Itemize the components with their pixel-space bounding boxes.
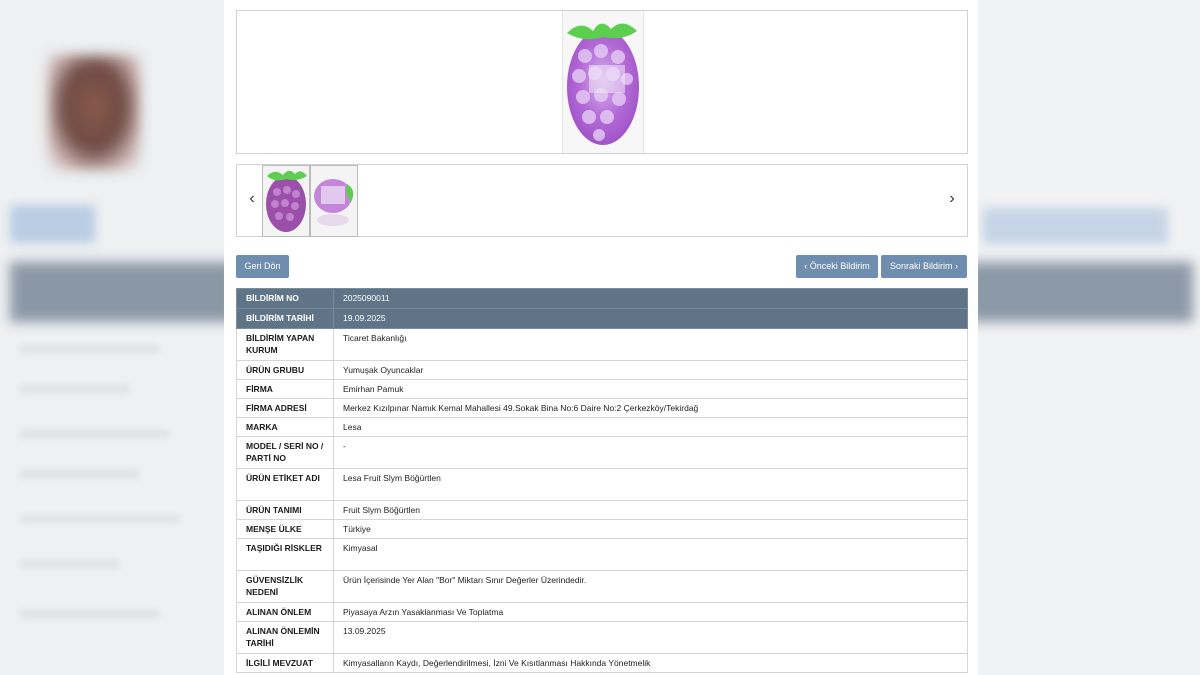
field-label: İLGİLİ MEVZUAT — [236, 653, 334, 673]
field-label: MODEL / SERİ NO / PARTİ NO — [236, 436, 334, 469]
background-line — [20, 345, 160, 353]
field-label: ÜRÜN TANIMI — [236, 500, 334, 520]
thumbnail-2[interactable] — [310, 165, 358, 237]
field-value: Lesa — [333, 417, 968, 437]
field-label: BİLDİRİM TARİHİ — [236, 308, 334, 329]
field-label: BİLDİRİM NO — [236, 288, 334, 309]
table-row: ÜRÜN TANIMI Fruit Slym Böğürtlen — [236, 500, 968, 520]
table-row: FİRMA ADRESİ Merkez Kızılpınar Namık Kem… — [236, 398, 968, 418]
background-photo-blur — [48, 55, 140, 170]
field-value: Ürün İçerisinde Yer Alan "Bor" Miktarı S… — [333, 570, 968, 603]
table-row: GÜVENSİZLİK NEDENİ Ürün İçerisinde Yer A… — [236, 570, 968, 603]
field-label: MENŞE ÜLKE — [236, 519, 334, 539]
field-value: Lesa Fruit Slym Böğürtlen — [333, 468, 968, 501]
table-row: ÜRÜN GRUBU Yumuşak Oyuncaklar — [236, 360, 968, 380]
product-thumbnail-icon — [263, 166, 309, 236]
next-notification-button[interactable]: Sonraki Bildirim › — [881, 255, 967, 278]
blackberry-slime-photo-icon — [563, 11, 643, 153]
product-photo — [562, 11, 644, 153]
background-line — [20, 385, 130, 393]
thumbnail-1[interactable] — [262, 165, 310, 237]
previous-notification-button[interactable]: ‹ Önceki Bildirim — [796, 255, 878, 278]
carousel-next-button[interactable]: › — [943, 187, 961, 211]
field-label: MARKA — [236, 417, 334, 437]
field-value: 19.09.2025 — [333, 308, 968, 329]
background-header-blur — [968, 262, 1193, 322]
notification-detail-page: ‹ › Geri Dön ‹ Önceki Bildirim Sonraki B… — [224, 0, 978, 675]
background-line — [20, 430, 170, 438]
table-row: BİLDİRİM TARİHİ 19.09.2025 — [236, 308, 968, 329]
field-value: Emirhan Pamuk — [333, 379, 968, 399]
background-left — [0, 0, 236, 675]
field-label: ÜRÜN ETİKET ADI — [236, 468, 334, 501]
background-line — [20, 560, 120, 568]
carousel-prev-button[interactable]: ‹ — [243, 187, 261, 211]
table-row: ALINAN ÖNLEMİN TARİHİ 13.09.2025 — [236, 621, 968, 654]
background-line — [20, 515, 180, 523]
thumbnail-carousel: ‹ › — [236, 164, 968, 237]
field-label: ALINAN ÖNLEM — [236, 602, 334, 622]
field-label: FİRMA — [236, 379, 334, 399]
field-value: Merkez Kızılpınar Namık Kemal Mahallesi … — [333, 398, 968, 418]
back-button[interactable]: Geri Dön — [236, 255, 289, 278]
field-label: TAŞIDIĞI RİSKLER — [236, 538, 334, 571]
field-value: Türkiye — [333, 519, 968, 539]
field-value: Fruit Slym Böğürtlen — [333, 500, 968, 520]
field-value: 13.09.2025 — [333, 621, 968, 654]
table-row: BİLDİRİM YAPAN KURUM Ticaret Bakanlığı — [236, 328, 968, 361]
background-line — [20, 470, 140, 478]
field-value: 2025090011 — [333, 288, 968, 309]
field-value: Kimyasalların Kaydı, Değerlendirilmesi, … — [333, 653, 968, 673]
field-label: BİLDİRİM YAPAN KURUM — [236, 328, 334, 361]
background-button-blur — [10, 205, 95, 243]
table-row: MENŞE ÜLKE Türkiye — [236, 519, 968, 539]
field-label: GÜVENSİZLİK NEDENİ — [236, 570, 334, 603]
field-value: Piyasaya Arzın Yasaklanması Ve Toplatma — [333, 602, 968, 622]
field-value: Ticaret Bakanlığı — [333, 328, 968, 361]
table-row: İLGİLİ MEVZUAT Kimyasalların Kaydı, Değe… — [236, 653, 968, 673]
table-row: BİLDİRİM NO 2025090011 — [236, 288, 968, 309]
field-value: Kimyasal — [333, 538, 968, 571]
field-label: ÜRÜN GRUBU — [236, 360, 334, 380]
table-row: MODEL / SERİ NO / PARTİ NO - — [236, 436, 968, 469]
notification-details-table: BİLDİRİM NO 2025090011 BİLDİRİM TARİHİ 1… — [236, 288, 968, 673]
table-row: TAŞIDIĞI RİSKLER Kimyasal — [236, 538, 968, 571]
table-row: ÜRÜN ETİKET ADI Lesa Fruit Slym Böğürtle… — [236, 468, 968, 501]
background-button-blur — [983, 208, 1168, 244]
background-right — [968, 0, 1200, 675]
table-row: ALINAN ÖNLEM Piyasaya Arzın Yasaklanması… — [236, 602, 968, 622]
field-label: ALINAN ÖNLEMİN TARİHİ — [236, 621, 334, 654]
field-value: - — [333, 436, 968, 469]
field-label: FİRMA ADRESİ — [236, 398, 334, 418]
background-header-blur — [10, 262, 236, 322]
field-value: Yumuşak Oyuncaklar — [333, 360, 968, 380]
table-row: FİRMA Emirhan Pamuk — [236, 379, 968, 399]
background-line — [20, 610, 160, 618]
main-photo-frame — [236, 10, 968, 154]
table-row: MARKA Lesa — [236, 417, 968, 437]
product-thumbnail-icon — [311, 166, 357, 236]
